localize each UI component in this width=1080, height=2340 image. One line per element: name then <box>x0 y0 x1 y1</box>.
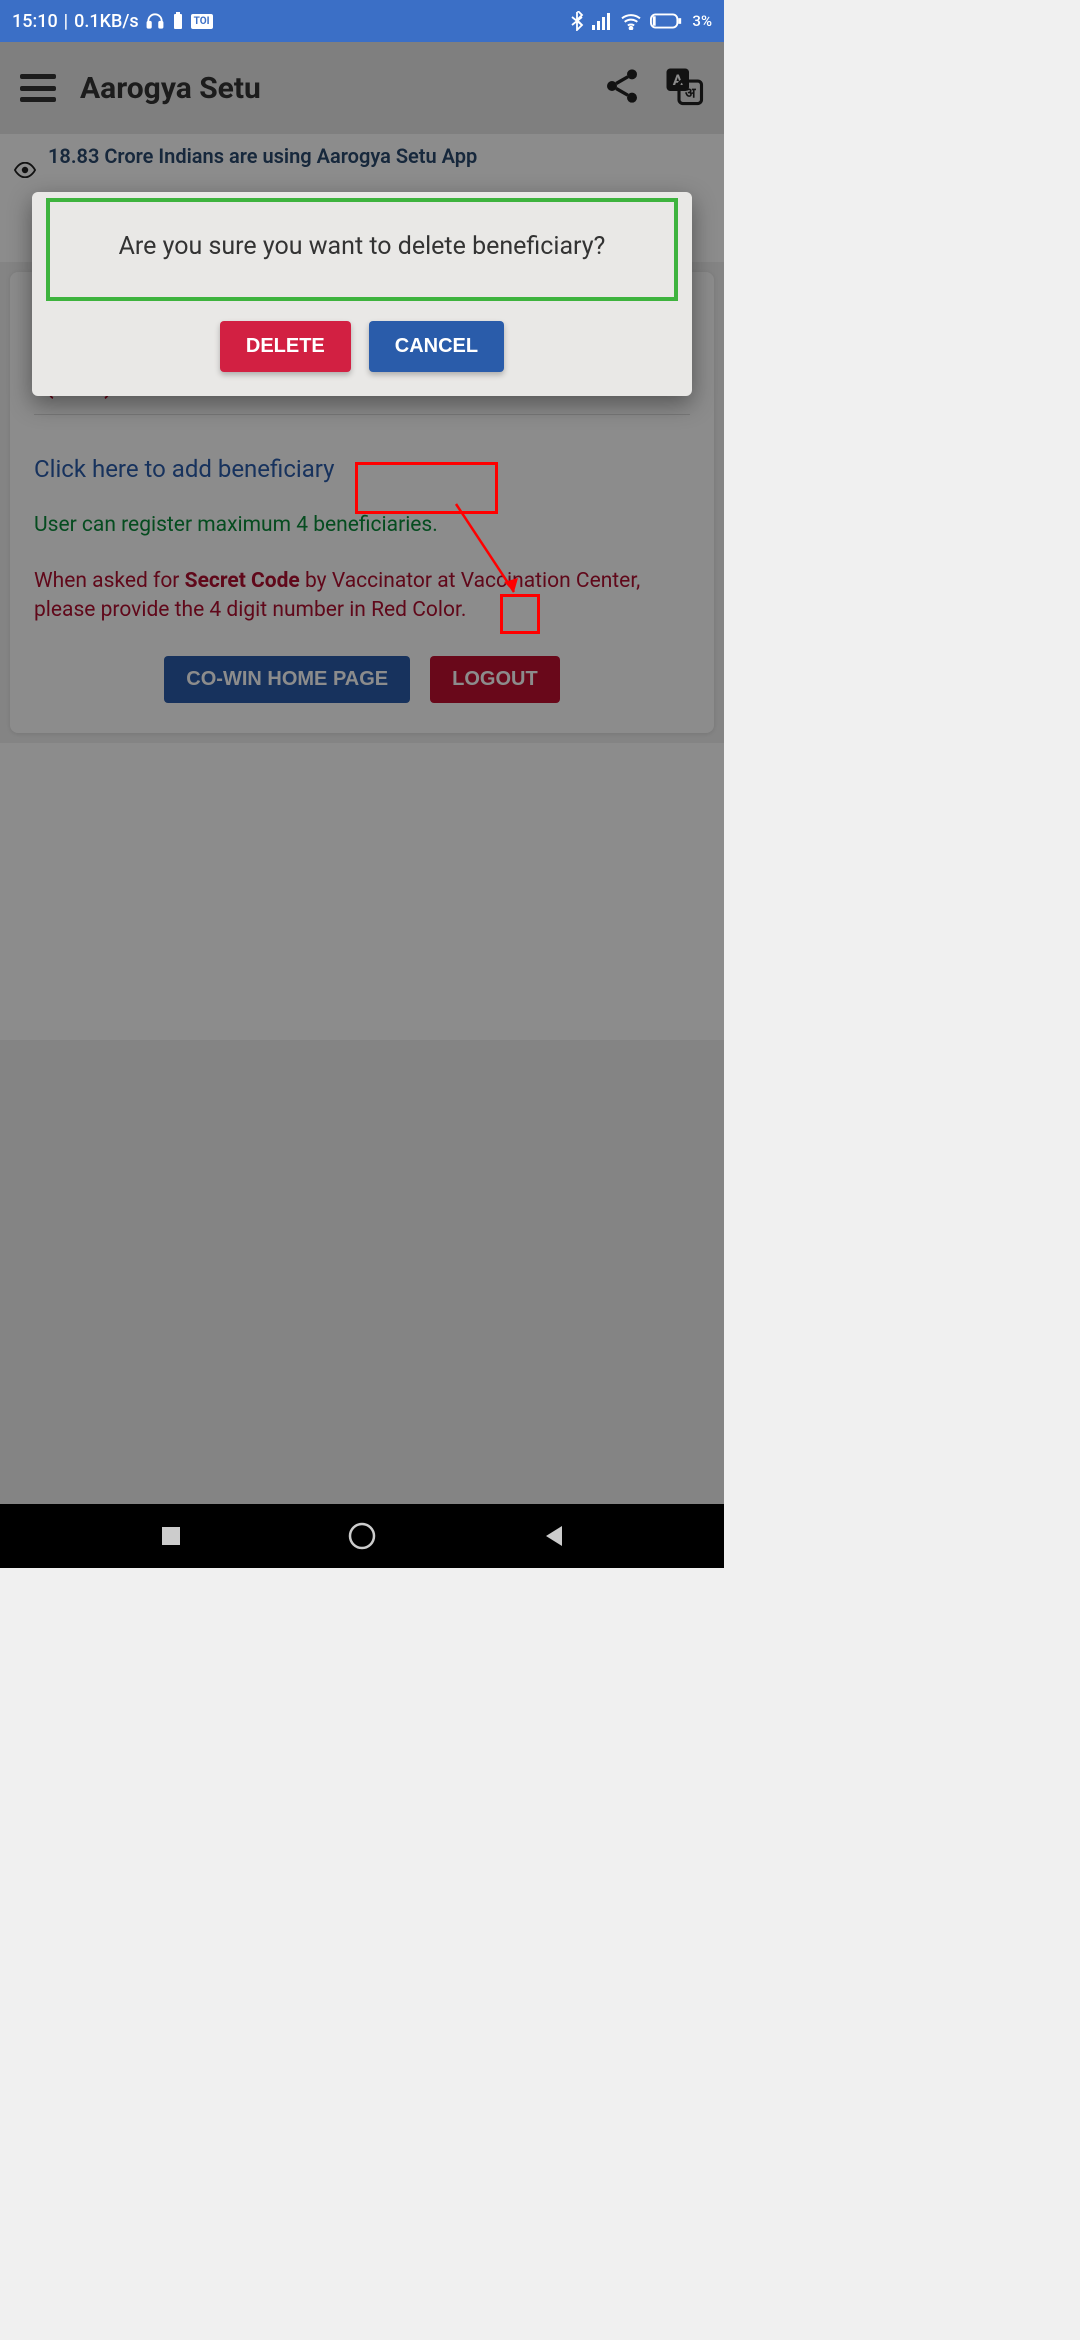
status-speed: 0.1KB/s <box>74 11 139 32</box>
battery-icon <box>650 12 684 30</box>
system-navbar <box>0 1504 724 1568</box>
signal-icon <box>592 12 612 30</box>
toi-badge: TOI <box>191 14 213 29</box>
back-button[interactable] <box>533 1516 573 1556</box>
wifi-icon <box>620 12 642 30</box>
status-time: 15:10 <box>12 11 58 32</box>
status-bar: 15:10 | 0.1KB/s TOI 3% <box>0 0 724 42</box>
battery-small-icon <box>171 11 185 31</box>
bluetooth-icon <box>570 11 584 31</box>
battery-percent: 3% <box>692 12 712 30</box>
delete-button[interactable]: DELETE <box>220 321 351 372</box>
headphones-icon <box>145 11 165 31</box>
home-button[interactable] <box>342 1516 382 1556</box>
confirm-dialog: Are you sure you want to delete benefici… <box>32 192 692 396</box>
cancel-button[interactable]: CANCEL <box>369 321 504 372</box>
recent-apps-button[interactable] <box>151 1516 191 1556</box>
dialog-message: Are you sure you want to delete benefici… <box>54 232 670 261</box>
